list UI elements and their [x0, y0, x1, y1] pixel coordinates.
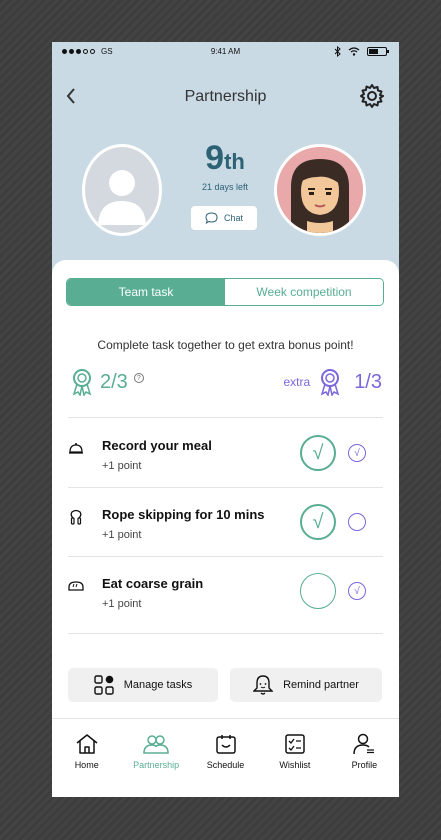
partners-icon	[143, 735, 169, 754]
cloche-icon	[69, 443, 83, 454]
wifi-icon	[348, 47, 360, 56]
remind-partner-label: Remind partner	[283, 679, 359, 691]
user-placeholder-icon	[98, 170, 146, 225]
task-row[interactable]: Eat coarse grain +1 point √	[68, 556, 383, 625]
extra-score: extra 1/3	[283, 368, 382, 396]
status-bar: GS 9:41 AM	[52, 42, 399, 62]
rank-suffix: th	[224, 149, 245, 174]
task-points: +1 point	[102, 529, 142, 541]
award-ribbon-icon	[320, 369, 340, 396]
partner-check-done: √	[348, 444, 366, 462]
tab-week-competition[interactable]: Week competition	[225, 279, 383, 305]
bread-icon	[68, 581, 84, 591]
task-tagline: Complete task together to get extra bonu…	[97, 338, 354, 352]
score-row: 2/3 ? extra 1/3	[70, 368, 382, 402]
task-points: +1 point	[102, 598, 142, 610]
manage-tasks-button[interactable]: Manage tasks	[68, 668, 218, 702]
tab-switcher: Team task Week competition	[66, 278, 384, 306]
nav-label: Partnership	[133, 760, 180, 770]
partner-avatar[interactable]	[274, 144, 366, 236]
nav-home[interactable]: Home	[52, 719, 121, 797]
partner-check-empty	[348, 513, 366, 531]
team-score-value: 2/3	[100, 370, 128, 393]
nav-partnership[interactable]: Partnership	[121, 719, 190, 797]
task-title: Record your meal	[102, 438, 212, 453]
tasks-card: Team task Week competition Complete task…	[52, 260, 399, 730]
checklist-icon	[285, 734, 305, 754]
nav-label: Profile	[351, 760, 378, 770]
nav-label: Schedule	[206, 760, 245, 770]
nav-label: Wishlist	[279, 760, 311, 770]
extra-score-value: 1/3	[354, 370, 382, 393]
page-title: Partnership	[184, 88, 267, 105]
remind-partner-button[interactable]: Remind partner	[230, 668, 382, 702]
my-check-empty[interactable]	[300, 573, 336, 609]
tab-team-task[interactable]: Team task	[67, 279, 225, 305]
task-row[interactable]: Rope skipping for 10 mins +1 point √	[68, 487, 383, 556]
team-score: 2/3 ?	[70, 368, 144, 396]
divider	[68, 633, 383, 634]
my-avatar[interactable]	[82, 144, 162, 236]
status-icons	[334, 46, 389, 57]
gear-icon[interactable]	[359, 83, 385, 109]
my-check-done[interactable]: √	[300, 504, 336, 540]
jump-rope-icon	[70, 509, 82, 525]
task-title: Eat coarse grain	[102, 576, 204, 591]
help-icon[interactable]: ?	[133, 373, 144, 383]
task-points: +1 point	[102, 460, 142, 472]
nav-label: Home	[74, 760, 99, 770]
days-left: 21 days left	[201, 182, 249, 192]
award-ribbon-icon	[72, 369, 92, 396]
chat-button[interactable]: Chat	[191, 206, 257, 230]
bottom-nav: Home Partnership Schedule Wishlist Profi…	[52, 718, 399, 797]
bluetooth-icon	[334, 46, 341, 57]
bell-icon	[253, 675, 274, 695]
nav-schedule[interactable]: Schedule	[191, 719, 260, 797]
nav-profile[interactable]: Profile	[330, 719, 399, 797]
chat-label: Chat	[223, 213, 243, 223]
partner-check-done: √	[348, 582, 366, 600]
manage-tasks-label: Manage tasks	[123, 679, 193, 691]
phone-screen: GS 9:41 AM Partnership 9th 21 days left	[52, 42, 399, 797]
battery-icon	[367, 47, 389, 56]
grid-icon	[94, 675, 114, 695]
home-icon	[76, 734, 98, 754]
task-row[interactable]: Record your meal +1 point √ √	[68, 418, 383, 487]
profile-icon	[353, 733, 375, 755]
rank-display: 9th	[192, 138, 258, 182]
partner-portrait-icon	[277, 147, 363, 233]
calendar-icon	[215, 735, 236, 754]
hero-section: GS 9:41 AM Partnership 9th 21 days left	[52, 42, 399, 282]
nav-wishlist[interactable]: Wishlist	[260, 719, 329, 797]
my-check-done[interactable]: √	[300, 435, 336, 471]
rank-number: 9	[205, 139, 225, 177]
task-title: Rope skipping for 10 mins	[102, 507, 265, 522]
extra-label: extra	[283, 375, 311, 389]
chat-bubble-icon	[205, 212, 218, 224]
